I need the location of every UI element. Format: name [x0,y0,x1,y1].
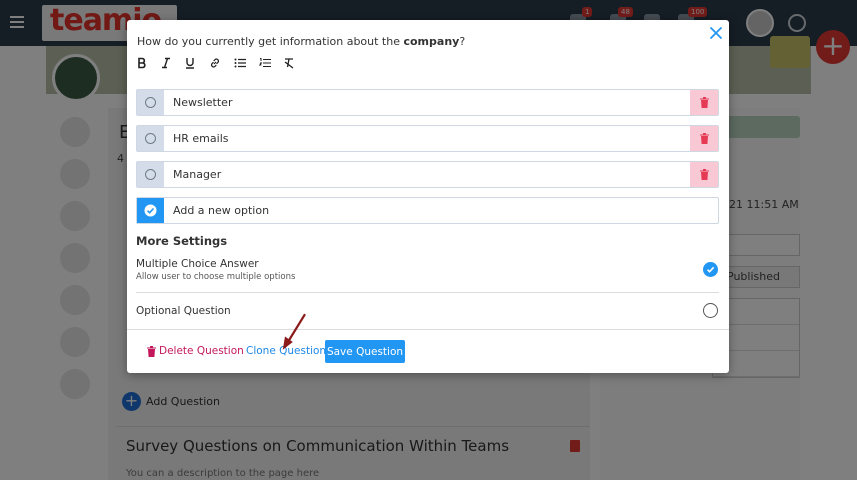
multiple-choice-subtitle: Allow user to choose multiple options [136,272,296,282]
question-bold-word: company [403,35,460,48]
multiple-choice-toggle[interactable] [703,262,718,277]
more-settings-heading: More Settings [136,234,228,248]
bullet-list-icon[interactable] [233,56,247,70]
option-label[interactable]: Newsletter [173,96,232,109]
option-label[interactable]: Manager [173,168,221,181]
delete-option-button[interactable] [690,162,718,187]
option-selector [137,90,164,115]
answer-option[interactable]: Newsletter [136,89,719,116]
divider [136,292,719,293]
multiple-choice-title: Multiple Choice Answer [136,258,259,270]
delete-option-button[interactable] [690,90,718,115]
check-circle-icon [144,204,157,217]
bold-icon[interactable] [135,56,149,70]
option-selector [137,162,164,187]
close-icon[interactable] [709,26,723,40]
option-selector [137,126,164,151]
divider [127,329,729,330]
edit-question-modal: How do you currently get information abo… [127,20,729,373]
radio-icon [145,133,156,144]
option-label[interactable]: HR emails [173,132,228,145]
question-prefix: How do you currently get information abo… [137,35,404,48]
add-option-check [137,198,164,223]
trash-icon [147,346,156,357]
trash-icon [699,133,709,144]
link-icon[interactable] [208,56,222,70]
italic-icon[interactable] [159,56,173,70]
add-option-input[interactable]: Add a new option [173,204,269,217]
delete-question-label: Delete Question [159,345,244,357]
answer-option[interactable]: Manager [136,161,719,188]
radio-icon [145,169,156,180]
trash-icon [699,169,709,180]
add-option-row[interactable]: Add a new option [136,197,719,224]
trash-icon [699,97,709,108]
answer-option[interactable]: HR emails [136,125,719,152]
question-text-editor[interactable]: How do you currently get information abo… [137,35,465,48]
optional-question-toggle[interactable] [703,303,718,318]
clear-format-icon[interactable] [282,56,296,70]
optional-question-label: Optional Question [136,305,231,317]
check-icon [706,266,715,273]
numbered-list-icon[interactable] [258,56,272,70]
annotation-arrow-icon [282,313,306,350]
question-suffix: ? [459,35,466,48]
underline-icon[interactable] [183,56,197,70]
radio-icon [145,97,156,108]
delete-option-button[interactable] [690,126,718,151]
save-question-button[interactable]: Save Question [325,340,405,363]
